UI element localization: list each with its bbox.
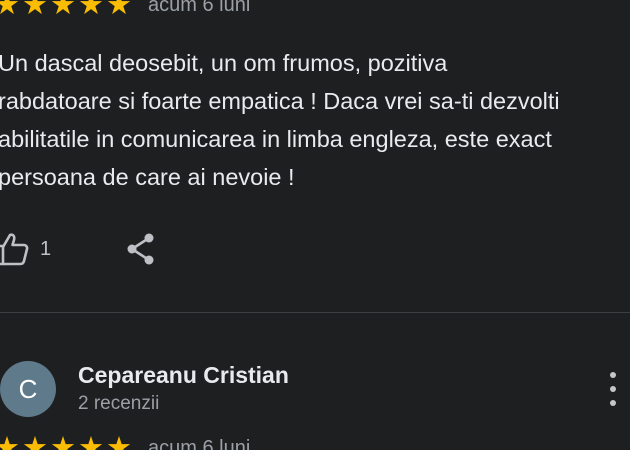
like-button[interactable]: 1: [0, 232, 51, 266]
star-icon: ★: [50, 0, 76, 21]
share-icon: [127, 233, 154, 265]
star-icon: ★: [106, 432, 132, 450]
star-icon: ★: [0, 0, 20, 21]
share-button[interactable]: [125, 232, 157, 266]
review1-time: acum 6 luni: [148, 0, 251, 16]
review1-text: Un dascal deosebit, un om frumos, poziti…: [0, 50, 560, 190]
more-vert-icon: [610, 386, 616, 392]
review-divider: [0, 312, 630, 313]
avatar-letter: C: [18, 373, 38, 404]
review1-actions: 1: [0, 232, 157, 266]
star-icon: ★: [78, 0, 104, 21]
review2-time: acum 6 luni: [148, 437, 251, 450]
review2-reviews-count: 2 recenzii: [78, 393, 160, 414]
star-icon: ★: [106, 0, 132, 21]
review2-rating: ★ ★ ★ ★ ★ acum 6 luni: [0, 434, 250, 450]
star-icon: ★: [22, 0, 48, 21]
star-icon: ★: [78, 432, 104, 450]
review1-rating: ★ ★ ★ ★ ★ acum 6 luni: [0, 0, 250, 20]
star-icon: ★: [50, 432, 76, 450]
avatar[interactable]: C: [0, 361, 56, 417]
like-count: 1: [40, 237, 52, 260]
star-icon: ★: [22, 432, 48, 450]
thumbs-up-icon: [0, 233, 29, 266]
more-options-button[interactable]: [604, 372, 622, 406]
more-vert-icon: [610, 400, 616, 406]
review2-author[interactable]: Cepareanu Cristian: [78, 362, 289, 389]
star-icon: ★: [0, 432, 20, 450]
reviews-page: ★ ★ ★ ★ ★ acum 6 luni Un dascal deosebit…: [0, 0, 630, 450]
more-vert-icon: [610, 372, 616, 378]
